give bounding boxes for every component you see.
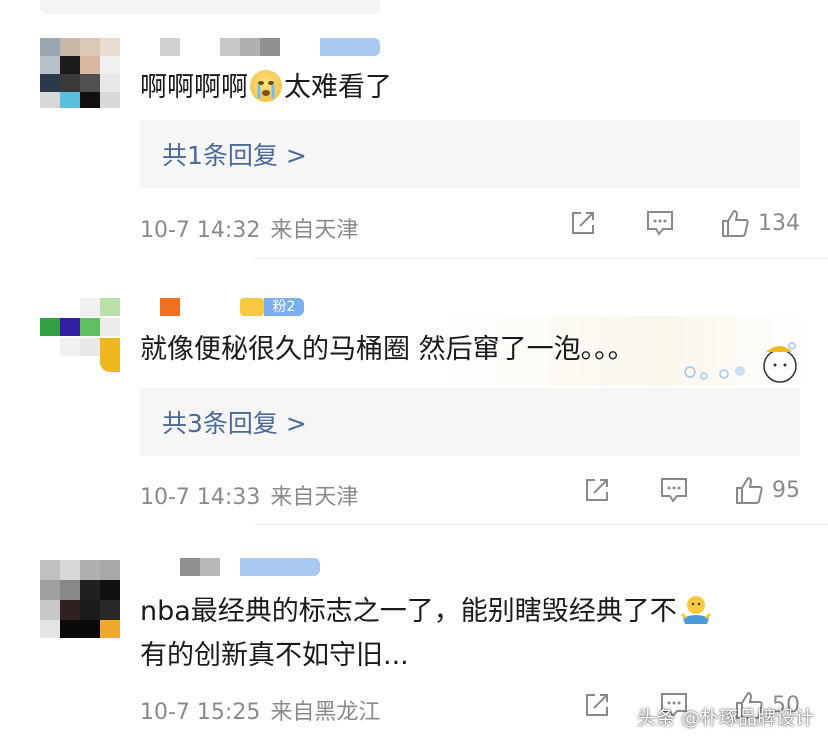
cartoon-sticker-icon (684, 342, 797, 383)
comment-location: 来自天津 (270, 218, 359, 243)
reply-summary-box[interactable]: 共3条回复 > (140, 388, 800, 456)
avatar[interactable] (40, 298, 120, 372)
username[interactable] (140, 38, 400, 58)
comment-text: 就像便秘很久的马桶圈 然后窜了一泡。。。 (140, 334, 635, 365)
watermark: 头条 @朴琢品牌设计 (636, 707, 814, 729)
comment-meta: 10-7 14:32 来自天津 (140, 212, 368, 244)
previous-comment-edge (40, 0, 380, 14)
reply-summary-box[interactable]: 共1条回复 > (140, 120, 800, 188)
like-button[interactable]: 134 (720, 208, 800, 238)
comment-text: nba最经典的标志之一了，能别瞎毁经典了不 (140, 592, 713, 632)
comment-divider (255, 258, 828, 259)
comment-icon[interactable] (646, 210, 674, 236)
like-count: 134 (758, 210, 800, 236)
view-replies-link[interactable]: 共1条回复 > (162, 136, 307, 172)
comment-meta: 10-7 15:25 来自黑龙江 (140, 694, 390, 726)
share-icon[interactable] (570, 210, 596, 236)
avatar[interactable] (40, 560, 120, 638)
comment-icon[interactable] (660, 477, 688, 503)
comment-divider (255, 524, 828, 525)
comment-actions: 134 (570, 208, 800, 238)
comment-meta: 10-7 14:33 来自天津 (140, 479, 368, 511)
fan-badge: 粉2 (264, 298, 304, 316)
view-replies-link[interactable]: 共3条回复 > (162, 404, 307, 440)
thumbs-up-icon (722, 209, 749, 237)
username[interactable]: 粉2 (140, 298, 340, 318)
comment-text: 啊啊啊啊 太难看了 (140, 70, 392, 103)
username[interactable] (140, 558, 340, 578)
shrug-person-icon (679, 592, 711, 624)
like-count: 95 (772, 477, 800, 503)
comment-date: 10-7 15:25 (140, 700, 261, 725)
share-icon[interactable] (584, 692, 610, 718)
avatar[interactable] (40, 38, 120, 108)
comment-date: 10-7 14:32 (140, 218, 261, 243)
crying-face-icon (250, 70, 282, 102)
comment-text-line2: 有的创新真不如守旧... (140, 640, 409, 671)
comment-location: 来自天津 (270, 485, 359, 510)
comment-location: 来自黑龙江 (270, 700, 381, 725)
like-button[interactable]: 95 (734, 475, 800, 505)
comment-date: 10-7 14:33 (140, 485, 261, 510)
thumbs-up-icon (736, 476, 763, 504)
comment-actions: 95 (584, 475, 800, 505)
share-icon[interactable] (584, 477, 610, 503)
